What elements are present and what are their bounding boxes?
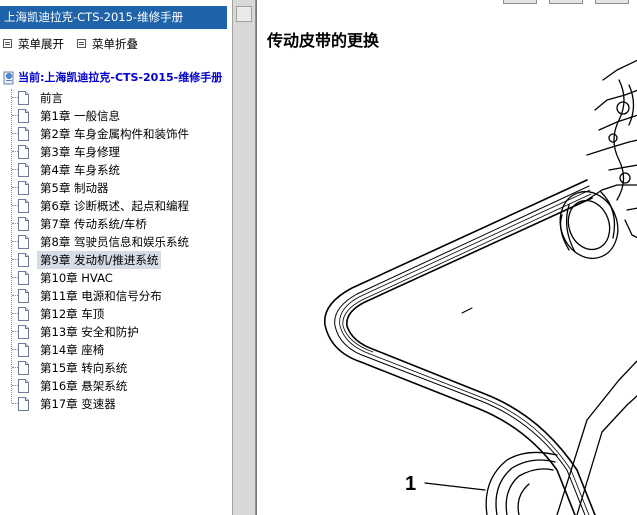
callout-leader (424, 482, 486, 491)
tree-item[interactable]: 前言 (0, 89, 232, 107)
tree-item[interactable]: 第2章 车身金属构件和装饰件 (0, 125, 232, 143)
collapse-icon (77, 39, 86, 48)
tree-item[interactable]: 第15章 转向系统 (0, 359, 232, 377)
tree-item-label: 第17章 变速器 (40, 397, 116, 411)
tree-item-label: 第13章 安全和防护 (40, 325, 139, 339)
tree-item-label: 第6章 诊断概述、起点和编程 (40, 199, 189, 213)
tree-item[interactable]: 第8章 驾驶员信息和娱乐系统 (0, 233, 232, 251)
tree-item-label: 前言 (40, 91, 63, 105)
document-icon (18, 109, 29, 123)
document-icon (18, 397, 29, 411)
collapse-menu-label: 菜单折叠 (92, 37, 138, 51)
tree-item[interactable]: 第1章 一般信息 (0, 107, 232, 125)
chapter-tree: 前言第1章 一般信息第2章 车身金属构件和装饰件 第3章 车身修理 第4章 车身系统… (0, 89, 232, 414)
tree-item[interactable]: 第4章 车身系统 (0, 161, 232, 179)
tree-item-label: 第4章 车身系统 (40, 163, 120, 177)
window-buttons (497, 0, 637, 5)
tree-item[interactable]: 第11章 电源和信号分布 (0, 287, 232, 305)
tree-item[interactable]: 第6章 诊断概述、起点和编程 (0, 197, 232, 215)
tree-item-label: 第12章 车顶 (40, 307, 105, 321)
tree-root-label: 当前:上海凯迪拉克-CTS-2015-维修手册 (18, 71, 223, 84)
tree-item-label: 第8章 驾驶员信息和娱乐系统 (40, 235, 189, 249)
tree-item[interactable]: 第9章 发动机/推进系统 (0, 251, 232, 269)
document-icon (18, 307, 29, 321)
document-icon (18, 379, 29, 393)
tree-item[interactable]: 第13章 安全和防护 (0, 323, 232, 341)
pane-splitter[interactable] (232, 0, 256, 515)
tree-item[interactable]: 第7章 传动系统/车桥 (0, 215, 232, 233)
document-icon (18, 217, 29, 231)
expand-menu-button[interactable]: 菜单展开 (3, 36, 64, 52)
window-button-3[interactable] (595, 0, 629, 4)
drive-belt-illustration: 1 (323, 60, 637, 515)
tree-item-label: 第2章 车身金属构件和装饰件 (40, 127, 189, 141)
drive-belt (323, 179, 596, 515)
callout-number: 1 (405, 473, 416, 495)
collapse-menu-button[interactable]: 菜单折叠 (77, 36, 138, 52)
manual-root-icon (3, 71, 14, 85)
document-icon (18, 271, 29, 285)
tree-item-label: 第14章 座椅 (40, 343, 105, 357)
tree-item-label: 第16章 悬架系统 (40, 379, 128, 393)
tree-item[interactable]: 第12章 车顶 (0, 305, 232, 323)
expand-icon (3, 39, 12, 48)
window-button-2[interactable] (549, 0, 583, 4)
tree-root[interactable]: 当前:上海凯迪拉克-CTS-2015-维修手册 (0, 69, 232, 87)
tree-item-label: 第5章 制动器 (40, 181, 109, 195)
document-icon (18, 343, 29, 357)
engine-component (556, 60, 637, 515)
document-icon (18, 145, 29, 159)
splitter-handle[interactable] (236, 6, 252, 22)
tree-item-label: 第15章 转向系统 (40, 361, 128, 375)
content-pane: 传动皮带的更换 1 (256, 0, 637, 515)
tree-item[interactable]: 第17章 变速器 (0, 395, 232, 413)
document-icon (18, 199, 29, 213)
tree-item-label: 第1章 一般信息 (40, 109, 120, 123)
document-icon (18, 289, 29, 303)
document-icon (18, 361, 29, 375)
document-icon (18, 253, 29, 267)
lower-pulley (485, 451, 558, 515)
tree-item[interactable]: 第5章 制动器 (0, 179, 232, 197)
tree-item[interactable]: 第3章 车身修理 (0, 143, 232, 161)
upper-pulley (559, 190, 619, 260)
document-icon (18, 325, 29, 339)
window-button-1[interactable] (503, 0, 537, 4)
expand-menu-label: 菜单展开 (18, 37, 64, 51)
document-icon (18, 235, 29, 249)
navigation-pane: 上海凯迪拉克-CTS-2015-维修手册 菜单展开 菜单折叠 当前:上海凯迪拉克… (0, 0, 232, 515)
menu-toolbar: 菜单展开 菜单折叠 (0, 36, 232, 52)
tree-item[interactable]: 第10章 HVAC (0, 269, 232, 287)
tree-item[interactable]: 第16章 悬架系统 (0, 377, 232, 395)
document-icon (18, 91, 29, 105)
document-icon (18, 181, 29, 195)
tree-item-label: 第9章 发动机/推进系统 (37, 251, 162, 269)
sidebar-title: 上海凯迪拉克-CTS-2015-维修手册 (0, 6, 227, 29)
tree-item-label: 第7章 传动系统/车桥 (40, 217, 147, 231)
document-icon (18, 163, 29, 177)
tree-item[interactable]: 第14章 座椅 (0, 341, 232, 359)
tree-item-label: 第10章 HVAC (40, 271, 113, 285)
tree-item-label: 第11章 电源和信号分布 (40, 289, 162, 303)
tree-item-label: 第3章 车身修理 (40, 145, 120, 159)
document-icon (18, 127, 29, 141)
page-title: 传动皮带的更换 (267, 31, 380, 50)
